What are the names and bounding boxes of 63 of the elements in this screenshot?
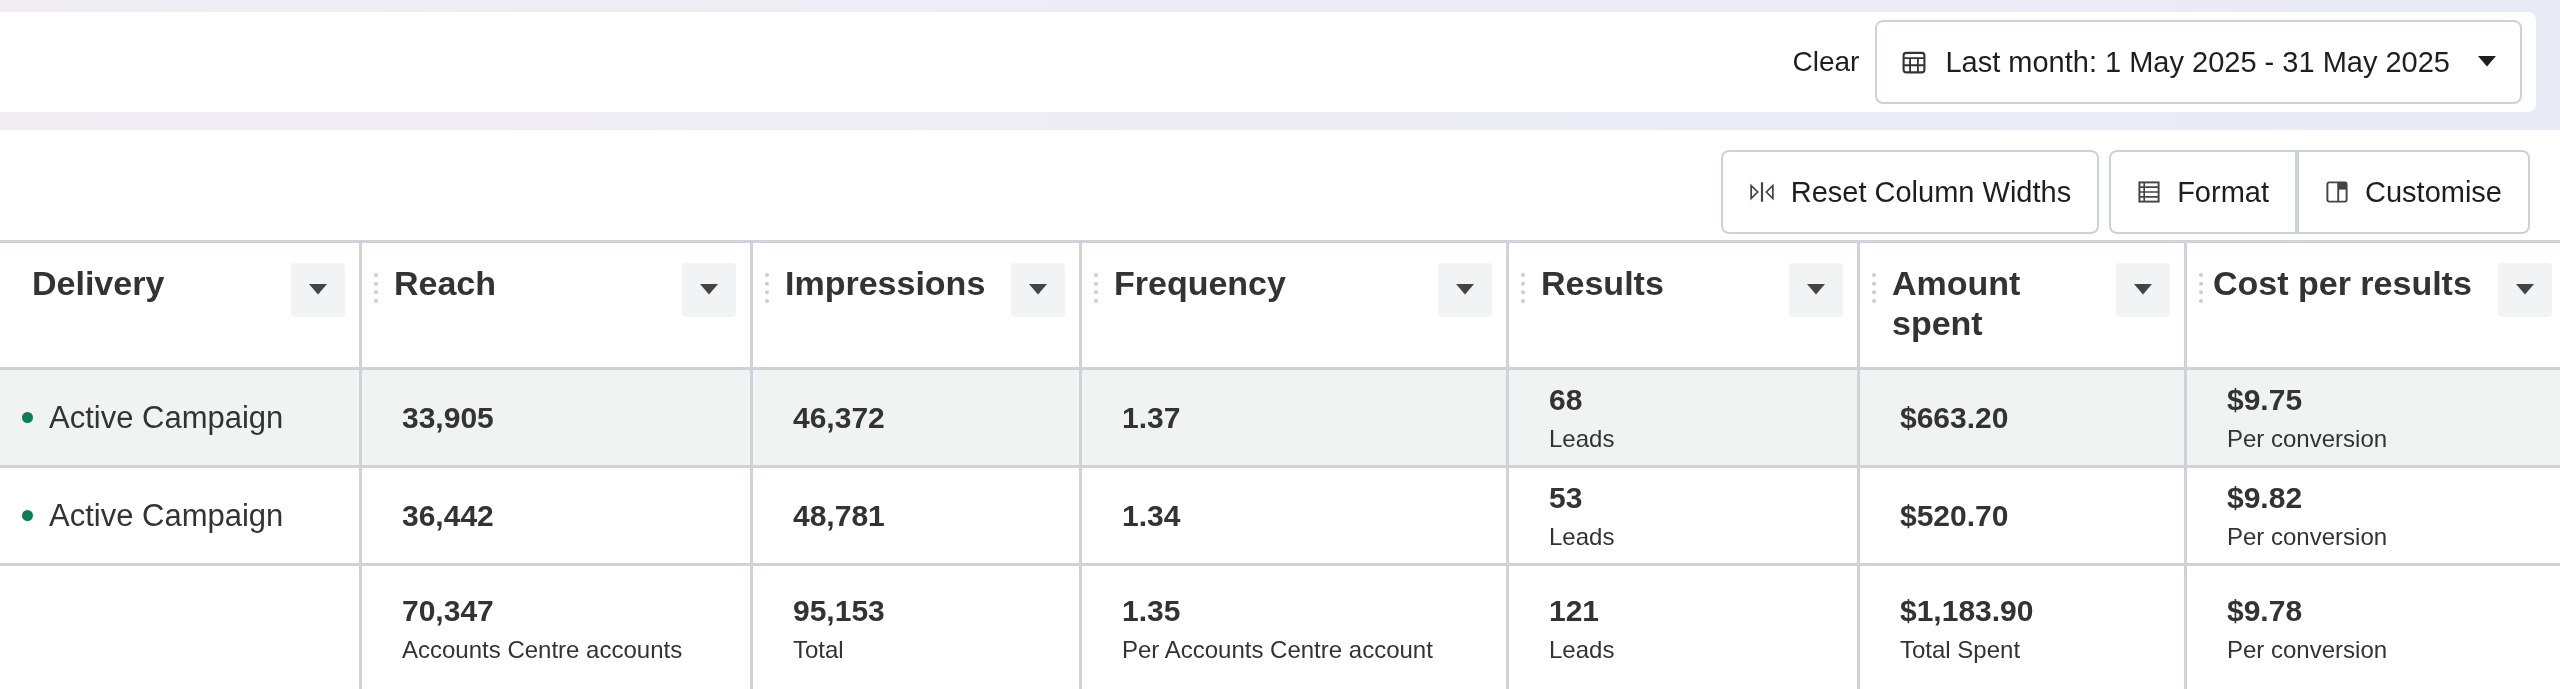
total-value: $9.78 [2227,594,2304,628]
cell-caption: Leads [1549,522,1616,551]
cell-caption: Per Accounts Centre account [1122,636,1434,664]
table-cell-text: 68 [1549,382,1584,417]
column-header[interactable]: Delivery [0,243,362,367]
column-header[interactable]: Amount spent [1860,243,2187,367]
calendar-icon [1901,49,1928,75]
format-button[interactable]: Format [2109,150,2297,234]
caret-icon [1807,284,1825,296]
total-value: 95,153 [793,594,886,628]
caret-icon [2478,56,2496,68]
table-cell-text: 48,781 [793,498,886,533]
caret-icon [1456,284,1474,296]
date-range-dropdown[interactable]: Last month: 1 May 2025 - 31 May 2025 [1875,20,2522,104]
delivery-status: Active Campaign [49,497,284,534]
cell-caption: Leads [1549,424,1616,453]
cell-caption: Accounts Centre accounts [402,636,684,664]
table-cell-text: 1.34 [1122,498,1182,533]
total-value: $1,183.90 [1900,594,2035,628]
caret-icon [1029,284,1047,296]
cell-caption: Per conversion [2227,522,2389,551]
column-menu-button[interactable] [1438,263,1492,317]
total-value: 121 [1549,594,1601,628]
table-cell-text: $663.20 [1900,400,2010,435]
table-cell-text: 46,372 [793,400,886,435]
column-menu-button[interactable] [1011,263,1065,317]
clear-link[interactable]: Clear [1792,46,1860,78]
total-value: 1.35 [1122,594,1182,628]
column-header[interactable]: Results [1509,243,1860,367]
caret-icon [700,284,718,296]
table-cell-text: 33,905 [402,400,495,435]
caret-icon [2516,284,2534,296]
cell-caption: Leads [1549,636,1616,664]
table-row[interactable]: Active Campaign 36,442 48,781 1.34 53 Leads $520.70 $9.82 Per conversion [0,468,2560,566]
cell-caption: Per conversion [2227,424,2389,453]
column-menu-button[interactable] [2116,263,2170,317]
cell-caption: Total Spent [1900,636,2022,664]
delivery-status: Active Campaign [49,399,284,436]
table-row[interactable]: Active Campaign 33,905 46,372 1.37 68 Leads $663.20 $9.75 Per conversion [0,370,2560,468]
columns-icon [2325,180,2349,204]
column-menu-button[interactable] [291,263,345,317]
table-cell-text: $9.82 [2227,480,2304,515]
cell-caption: Total [793,636,845,664]
column-header[interactable]: Cost per results [2187,243,2560,367]
column-menu-button[interactable] [682,263,736,317]
column-resize-icon [1748,181,1775,203]
column-header[interactable]: Frequency [1082,243,1509,367]
reset-button[interactable]: Reset Column Widths [1720,150,2100,234]
column-menu-button[interactable] [2498,263,2552,317]
column-menu-button[interactable] [1789,263,1843,317]
total-value: 70,347 [402,594,495,628]
column-header[interactable]: Reach [362,243,753,367]
cell-caption: Per conversion [2227,636,2389,664]
table-cell-text: 36,442 [402,498,495,533]
table-cell-text: $520.70 [1900,498,2010,533]
customise-button[interactable]: Customise [2297,150,2530,234]
table-cell-text: 1.37 [1122,400,1182,435]
caret-icon [309,284,327,296]
table-rows-icon [2137,180,2162,204]
column-header[interactable]: Impressions [753,243,1082,367]
caret-icon [2134,284,2152,296]
table-cell-text: 53 [1549,480,1584,515]
table-cell-text: $9.75 [2227,382,2304,417]
